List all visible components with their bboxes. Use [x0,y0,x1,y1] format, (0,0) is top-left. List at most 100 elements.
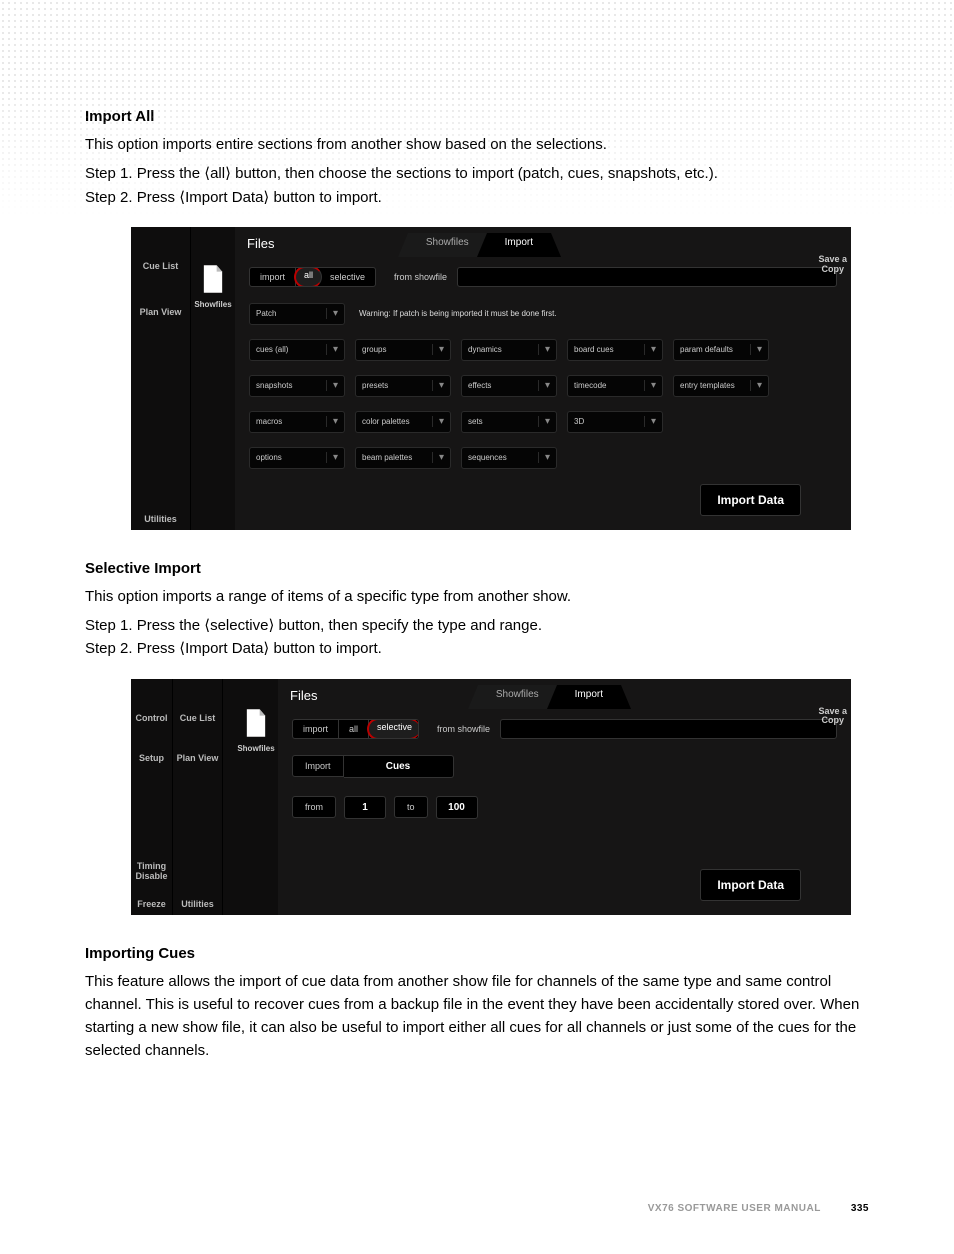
screenshot-selective-import: Control Setup TimingDisable Freeze Cue L… [131,679,851,915]
seg-import[interactable]: import [250,268,296,286]
opt-label: entry templates [674,381,750,390]
import-mode-segment: import all selective [292,719,419,739]
main-panel: Files Showfiles Import Save a Copy impor… [235,227,851,530]
chevron-down-icon[interactable]: ▾ [644,416,662,427]
page-footer: VX76 SOFTWARE USER MANUAL 335 [85,1203,869,1214]
seg-import[interactable]: import [293,720,339,738]
tab-showfiles[interactable]: Showfiles [408,233,487,257]
from-showfile-label: from showfile [437,724,490,734]
opt-label: sets [462,417,538,426]
body-importing-cues: This feature allows the import of cue da… [85,970,869,1063]
chevron-down-icon[interactable]: ▾ [326,452,344,463]
opt-board-cues[interactable]: board cues▾ [567,339,663,361]
opt-groups[interactable]: groups▾ [355,339,451,361]
outer-sidebar-control[interactable]: Control [131,707,172,729]
opt-label: board cues [568,345,644,354]
opt-snapshots[interactable]: snapshots▾ [249,375,345,397]
opt-dynamics[interactable]: dynamics▾ [461,339,557,361]
opt-timecode[interactable]: timecode▾ [567,375,663,397]
import-data-button[interactable]: Import Data [700,869,801,901]
import-data-button[interactable]: Import Data [700,484,801,516]
chevron-down-icon[interactable]: ▾ [432,380,450,391]
chevron-down-icon[interactable]: ▾ [538,344,556,355]
chevron-down-icon[interactable]: ▾ [538,380,556,391]
steps-selective-import: Step 1. Press the ⟨selective⟩ button, th… [85,614,869,661]
heading-import-all: Import All [85,108,869,125]
panel-title-files: Files [278,688,329,709]
sidebar-item-utilities[interactable]: Utilities [173,899,222,909]
opt-3d[interactable]: 3D▾ [567,411,663,433]
opt-color-palettes[interactable]: color palettes▾ [355,411,451,433]
chevron-down-icon[interactable]: ▾ [750,344,768,355]
opt-macros[interactable]: macros▾ [249,411,345,433]
opt-label: sequences [462,453,538,462]
import-mode-segment: import all selective [249,267,376,287]
step: Step 1. Press the ⟨selective⟩ button, th… [85,614,869,637]
file-icon[interactable] [245,709,267,737]
sidebar-item-cue-list[interactable]: Cue List [173,707,222,729]
chevron-down-icon[interactable]: ▾ [326,416,344,427]
opt-options[interactable]: options▾ [249,447,345,469]
opt-patch[interactable]: Patch▾ [249,303,345,325]
opt-presets[interactable]: presets▾ [355,375,451,397]
tab-import[interactable]: Import [487,233,551,257]
outer-sidebar-setup[interactable]: Setup [131,747,172,769]
showfiles-caption: Showfiles [191,300,235,309]
selective-import-type[interactable]: Cues [344,755,454,778]
sidebar-item-cue-list[interactable]: Cue List [131,255,190,277]
opt-beam-palettes[interactable]: beam palettes▾ [355,447,451,469]
opt-entry-templates[interactable]: entry templates▾ [673,375,769,397]
opt-label: effects [462,381,538,390]
tab-showfiles[interactable]: Showfiles [478,685,557,709]
chevron-down-icon[interactable]: ▾ [432,344,450,355]
seg-selective[interactable]: selective [320,268,375,286]
opt-label: 3D [568,417,644,426]
footer-manual-title: VX76 SOFTWARE USER MANUAL [648,1203,821,1214]
chevron-down-icon[interactable]: ▾ [538,416,556,427]
file-icon[interactable] [202,265,224,293]
outer-sidebar-timing-disable[interactable]: TimingDisable [131,855,172,887]
opt-label: Patch [250,309,326,318]
opt-param-defaults[interactable]: param defaults▾ [673,339,769,361]
step: Step 2. Press ⟨Import Data⟩ button to im… [85,637,869,660]
copy-text: Copy [821,264,844,274]
footer-page-number: 335 [851,1203,869,1214]
seg-all[interactable]: all [294,267,322,287]
opt-effects[interactable]: effects▾ [461,375,557,397]
selective-import-label[interactable]: Import [292,755,344,777]
sidebar-item-utilities[interactable]: Utilities [131,514,190,524]
chevron-down-icon[interactable]: ▾ [326,308,344,319]
opt-label: groups [356,345,432,354]
chevron-down-icon[interactable]: ▾ [432,452,450,463]
save-a-copy-button[interactable]: Save a Copy [818,707,847,727]
chevron-down-icon[interactable]: ▾ [750,380,768,391]
range-to-label: to [394,796,428,818]
sidebar-item-plan-view[interactable]: Plan View [131,301,190,323]
import-options-grid: Patch▾ Warning: If patch is being import… [235,289,851,469]
chevron-down-icon[interactable]: ▾ [644,344,662,355]
opt-label: options [250,453,326,462]
from-showfile-input[interactable] [500,719,837,739]
chevron-down-icon[interactable]: ▾ [432,416,450,427]
chevron-down-icon[interactable]: ▾ [538,452,556,463]
range-from-value[interactable]: 1 [344,796,386,819]
save-a-copy-button[interactable]: Save a Copy [818,255,847,275]
sidebar-item-plan-view[interactable]: Plan View [173,747,222,769]
chevron-down-icon[interactable]: ▾ [326,344,344,355]
chevron-down-icon[interactable]: ▾ [644,380,662,391]
opt-label: timecode [568,381,644,390]
opt-sequences[interactable]: sequences▾ [461,447,557,469]
main-panel: Files Showfiles Import Save a Copy impor… [278,679,851,915]
opt-sets[interactable]: sets▾ [461,411,557,433]
opt-label: color palettes [356,417,432,426]
steps-import-all: Step 1. Press the ⟨all⟩ button, then cho… [85,162,869,209]
chevron-down-icon[interactable]: ▾ [326,380,344,391]
opt-cues-all[interactable]: cues (all)▾ [249,339,345,361]
outer-sidebar-freeze[interactable]: Freeze [131,899,172,909]
from-showfile-input[interactable] [457,267,837,287]
range-to-value[interactable]: 100 [436,796,478,819]
seg-all[interactable]: all [339,720,369,738]
tab-import[interactable]: Import [557,685,621,709]
seg-selective[interactable]: selective [367,719,419,739]
sidebar: Cue List Plan View Utilities [131,227,191,530]
